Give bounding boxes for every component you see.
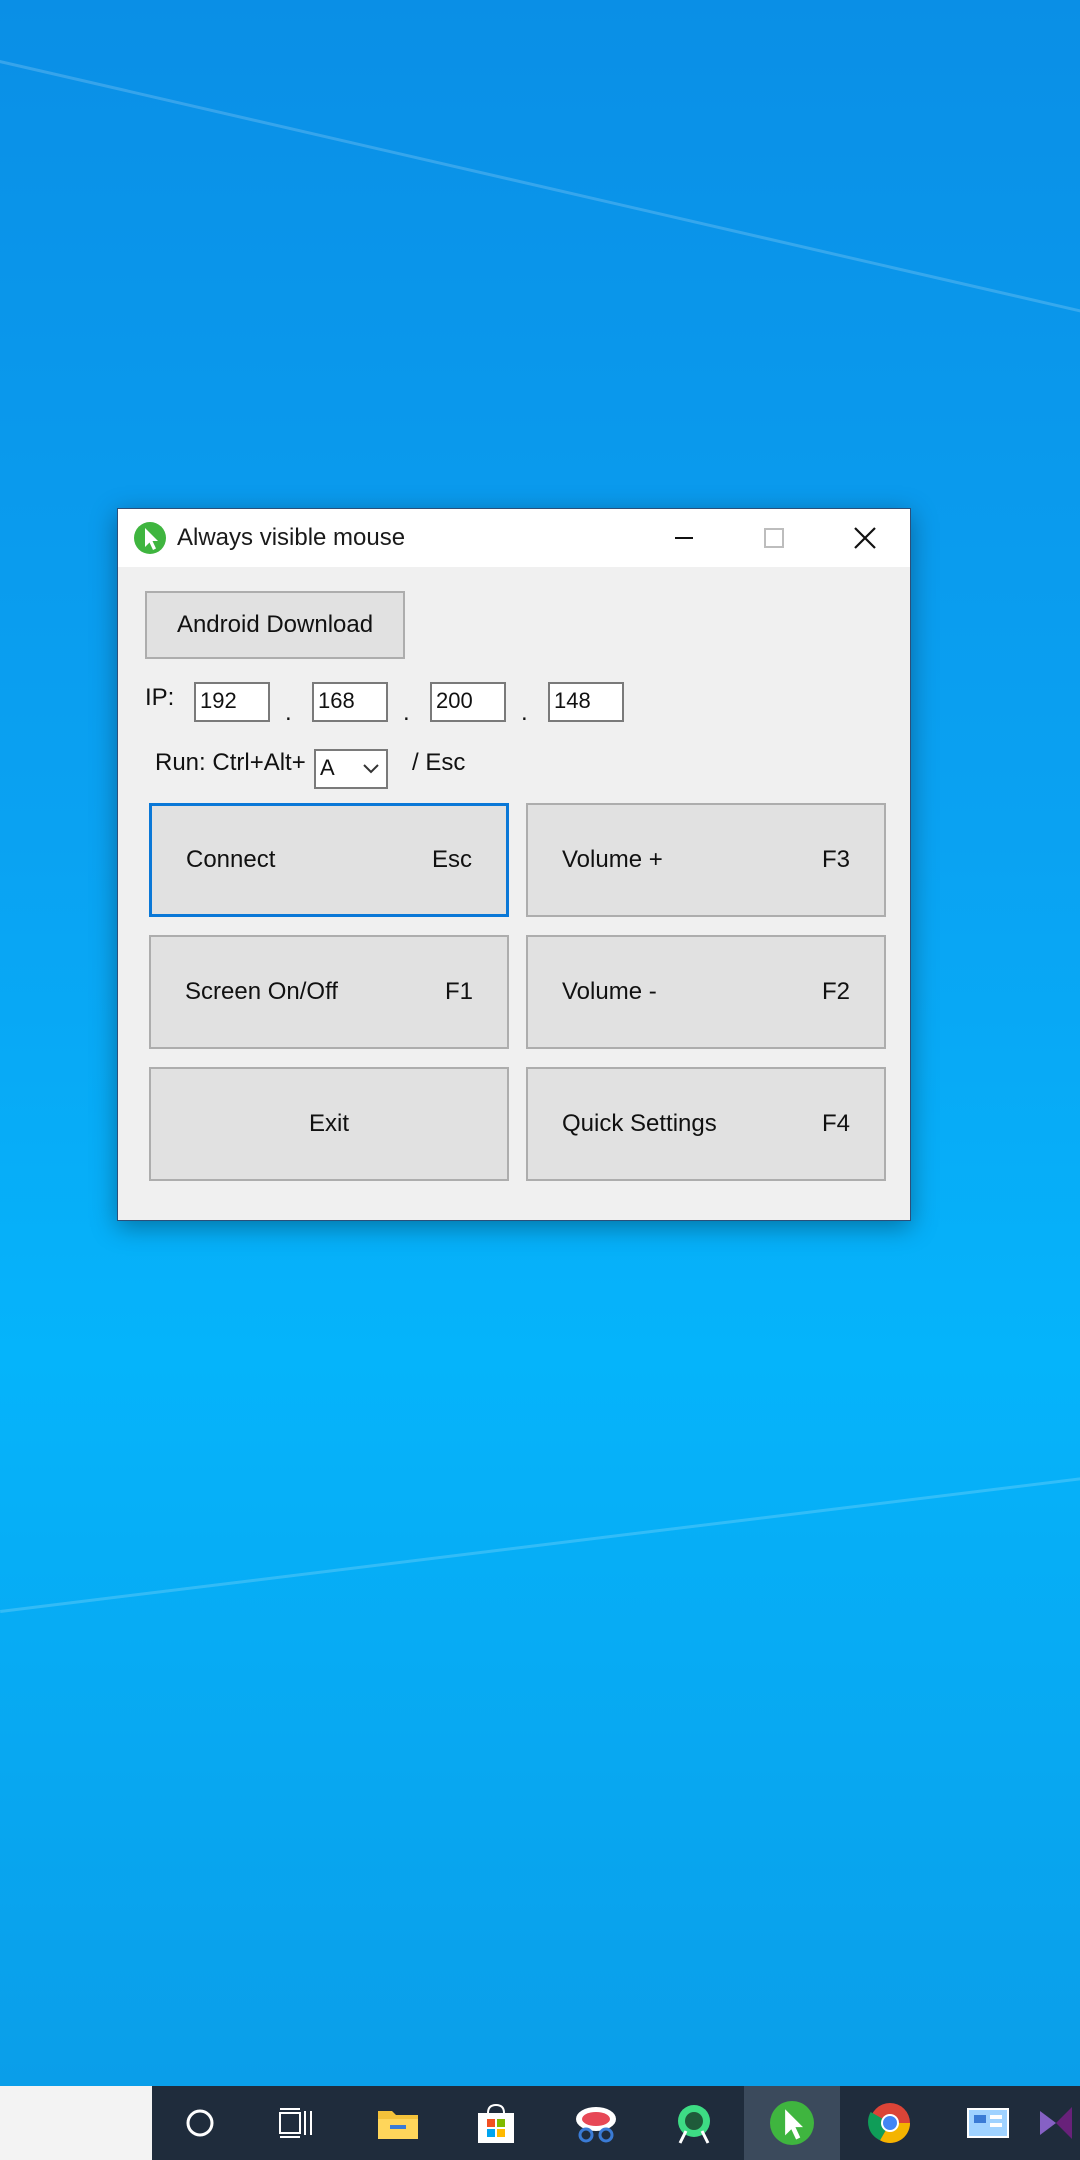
maximize-button[interactable] bbox=[728, 509, 820, 567]
quick-settings-shortcut: F4 bbox=[821, 1110, 850, 1137]
run-hotkey-label: Run: Ctrl+Alt+ bbox=[155, 749, 306, 776]
maximize-icon bbox=[764, 528, 784, 548]
volume-down-shortcut: F2 bbox=[821, 978, 850, 1005]
control-panel-icon bbox=[967, 2108, 1009, 2138]
android-studio-button[interactable] bbox=[646, 2086, 742, 2160]
screen-toggle-label: Screen On/Off bbox=[185, 978, 338, 1005]
always-visible-mouse-icon bbox=[770, 2101, 814, 2145]
taskbar-search-area[interactable] bbox=[0, 2086, 152, 2160]
taskbar bbox=[0, 2086, 1080, 2160]
file-explorer-icon bbox=[378, 2111, 418, 2139]
connect-button[interactable]: Connect Esc bbox=[149, 803, 509, 917]
minimize-icon bbox=[675, 537, 693, 539]
chevron-down-icon bbox=[363, 764, 379, 774]
app-window: Always visible mouse Android Download IP… bbox=[117, 508, 911, 1221]
android-download-button[interactable]: Android Download bbox=[145, 591, 405, 659]
close-button[interactable] bbox=[819, 509, 911, 567]
quick-settings-label: Quick Settings bbox=[562, 1110, 717, 1137]
task-view-button[interactable] bbox=[248, 2086, 344, 2160]
title-bar[interactable]: Always visible mouse bbox=[118, 509, 910, 567]
ip-octet-3-input[interactable]: 200 bbox=[430, 682, 506, 722]
chrome-icon bbox=[868, 2103, 910, 2143]
quick-settings-button[interactable]: Quick Settings F4 bbox=[526, 1067, 886, 1181]
volume-up-shortcut: F3 bbox=[821, 846, 850, 873]
run-hotkey-suffix: / Esc bbox=[412, 749, 466, 776]
ip-separator: . bbox=[403, 699, 410, 726]
ip-separator: . bbox=[521, 699, 528, 726]
screen-toggle-button[interactable]: Screen On/Off F1 bbox=[149, 935, 509, 1049]
volume-down-button[interactable]: Volume - F2 bbox=[526, 935, 886, 1049]
snip-tool-button[interactable] bbox=[548, 2086, 644, 2160]
task-view-icon bbox=[279, 2108, 312, 2138]
run-key-select[interactable]: A bbox=[314, 749, 388, 789]
minimize-button[interactable] bbox=[638, 509, 730, 567]
connect-shortcut: Esc bbox=[431, 846, 472, 873]
volume-up-button[interactable]: Volume + F3 bbox=[526, 803, 886, 917]
ip-octet-1-input[interactable]: 192 bbox=[194, 682, 270, 722]
app-cursor-icon bbox=[134, 522, 166, 554]
ip-label: IP: bbox=[145, 684, 175, 711]
android-studio-icon bbox=[678, 2105, 710, 2144]
screen-toggle-shortcut: F1 bbox=[444, 978, 473, 1005]
visual-studio-icon bbox=[1040, 2107, 1072, 2139]
ip-octet-4-input[interactable]: 148 bbox=[548, 682, 624, 722]
wallpaper-light-beam bbox=[0, 60, 1080, 333]
connect-label: Connect bbox=[186, 846, 276, 873]
store-button[interactable] bbox=[448, 2086, 544, 2160]
close-icon bbox=[854, 527, 876, 549]
chrome-button[interactable] bbox=[842, 2086, 938, 2160]
always-visible-mouse-taskbar-button[interactable] bbox=[744, 2086, 840, 2160]
control-panel-button[interactable] bbox=[940, 2086, 1036, 2160]
ip-separator: . bbox=[285, 699, 292, 726]
desktop-background: Always visible mouse Android Download IP… bbox=[0, 0, 1080, 2086]
cortana-button[interactable] bbox=[152, 2086, 248, 2160]
snip-icon bbox=[576, 2107, 616, 2143]
wallpaper-light-beam bbox=[0, 1463, 1080, 1613]
exit-label: Exit bbox=[308, 1110, 349, 1137]
run-key-value: A bbox=[320, 755, 335, 780]
visual-studio-button[interactable] bbox=[1036, 2086, 1080, 2160]
ip-octet-2-input[interactable]: 168 bbox=[312, 682, 388, 722]
window-title: Always visible mouse bbox=[177, 524, 406, 551]
file-explorer-button[interactable] bbox=[350, 2086, 446, 2160]
store-icon bbox=[478, 2103, 514, 2143]
exit-button[interactable]: Exit bbox=[149, 1067, 509, 1181]
cortana-icon bbox=[186, 2109, 214, 2137]
volume-down-label: Volume - bbox=[562, 978, 657, 1005]
volume-up-label: Volume + bbox=[562, 846, 663, 873]
